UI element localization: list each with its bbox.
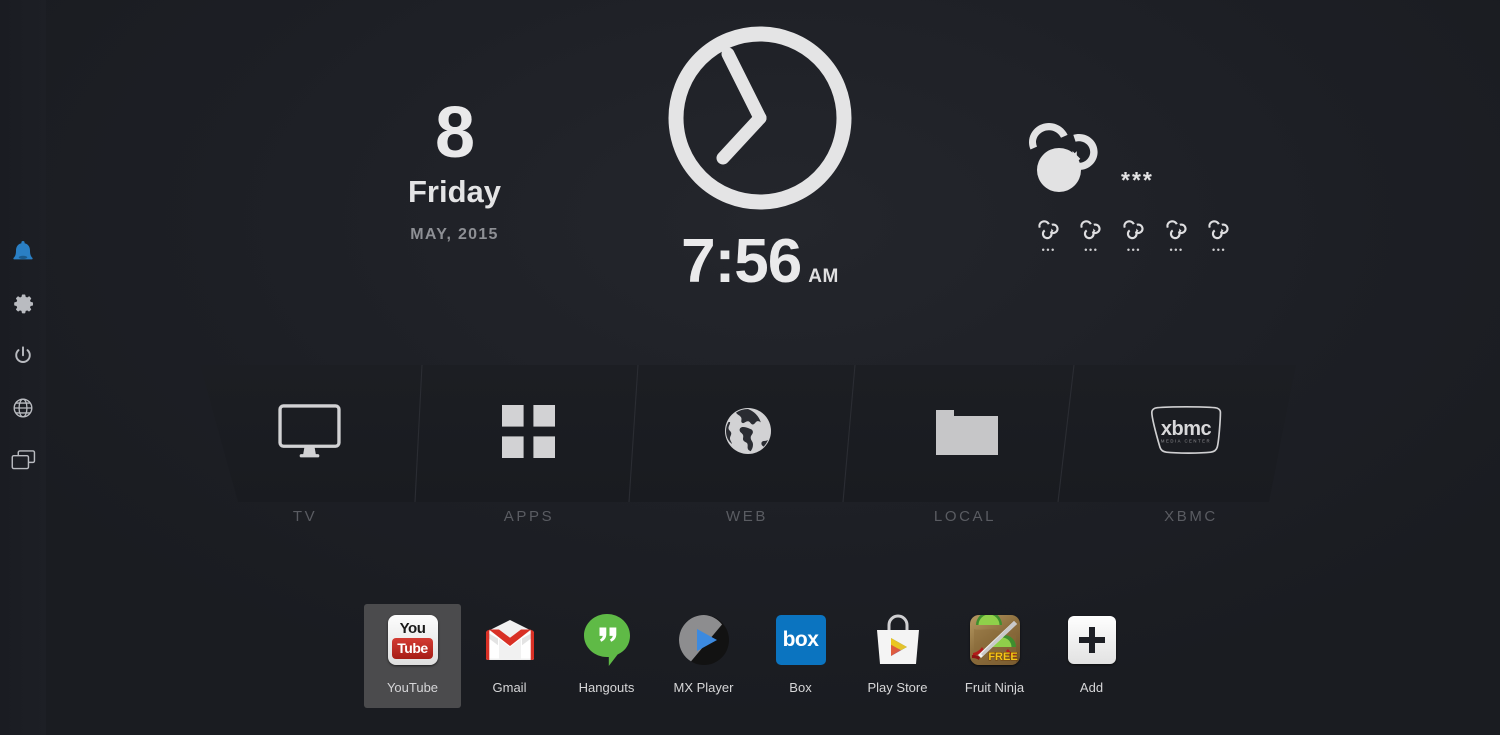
dock-label: Fruit Ninja bbox=[964, 680, 1025, 695]
dock-label: MX Player bbox=[673, 680, 734, 695]
date-weekday: Friday bbox=[407, 174, 502, 209]
analog-clock-icon bbox=[640, 18, 880, 223]
dock-label: YouTube bbox=[386, 680, 439, 695]
clock-time: 7:56 bbox=[681, 227, 802, 296]
forecast-item: ••• bbox=[1161, 217, 1193, 255]
mxplayer-icon bbox=[677, 613, 731, 667]
forecast-item: ••• bbox=[1033, 217, 1065, 255]
dock-label: Gmail bbox=[492, 680, 527, 695]
sidebar-item-power[interactable] bbox=[3, 330, 43, 382]
monitor-icon bbox=[278, 403, 341, 464]
weather-current: *** bbox=[1015, 112, 1235, 209]
xbmc-logo-icon: xbmc MEDIA CENTER bbox=[1142, 404, 1230, 463]
category-label-apps: APPS bbox=[503, 508, 555, 525]
globe-earth-icon bbox=[723, 406, 773, 461]
forecast-value: ••• bbox=[1041, 245, 1056, 255]
category-tile-local[interactable] bbox=[858, 365, 1077, 502]
dock-app-add[interactable]: Add bbox=[1043, 604, 1140, 708]
category-tile-tv[interactable] bbox=[200, 365, 419, 502]
box-icon: box bbox=[774, 613, 828, 667]
clock-meridiem: AM bbox=[808, 266, 839, 287]
sidebar-item-settings[interactable] bbox=[3, 278, 43, 330]
launcher-screen: 8 Friday MAY, 2015 7:56 AM *** ••• ••• •… bbox=[0, 0, 1500, 735]
weather-temperature: *** bbox=[1121, 167, 1154, 193]
playstore-icon bbox=[871, 613, 925, 667]
dock-app-hangouts[interactable]: Hangouts bbox=[558, 604, 655, 708]
forecast-item: ••• bbox=[1203, 217, 1235, 255]
dock-app-gmail[interactable]: Gmail bbox=[461, 604, 558, 708]
fruitninja-icon: FREE bbox=[968, 613, 1022, 667]
forecast-value: ••• bbox=[1169, 245, 1184, 255]
hangouts-icon bbox=[580, 613, 634, 667]
clock-widget[interactable]: 7:56 AM bbox=[640, 18, 880, 293]
dock-label: Add bbox=[1079, 680, 1104, 695]
dock-app-box[interactable]: box Box bbox=[752, 604, 849, 708]
globe-icon bbox=[12, 397, 34, 419]
youtube-tube-text: Tube bbox=[392, 638, 433, 659]
cloud-refresh-icon bbox=[1119, 220, 1149, 244]
date-day-number: 8 bbox=[434, 93, 475, 173]
category-label-web: WEB bbox=[726, 508, 768, 525]
bell-icon bbox=[12, 240, 34, 265]
gear-icon bbox=[12, 293, 35, 316]
cloud-refresh-icon bbox=[1015, 112, 1115, 209]
youtube-you-text: You bbox=[399, 620, 426, 637]
category-tile-apps[interactable] bbox=[419, 365, 638, 502]
date-widget[interactable]: 8 Friday MAY, 2015 bbox=[352, 96, 557, 244]
grid-icon bbox=[502, 404, 556, 463]
category-label-local: LOCAL bbox=[933, 508, 997, 525]
category-strip: xbmc MEDIA CENTER bbox=[200, 365, 1296, 502]
category-tile-xbmc[interactable]: xbmc MEDIA CENTER bbox=[1077, 365, 1296, 502]
sidebar-item-recents[interactable] bbox=[3, 434, 43, 486]
folder-icon bbox=[936, 408, 999, 460]
forecast-item: ••• bbox=[1118, 217, 1150, 255]
svg-text:xbmc: xbmc bbox=[1161, 418, 1212, 440]
dock-app-youtube[interactable]: You Tube YouTube bbox=[364, 604, 461, 708]
cloud-refresh-icon bbox=[1076, 220, 1106, 244]
category-label-xbmc: XBMC bbox=[1164, 508, 1218, 525]
svg-text:MEDIA CENTER: MEDIA CENTER bbox=[1161, 439, 1211, 444]
forecast-value: ••• bbox=[1084, 245, 1099, 255]
dock-label: Box bbox=[789, 680, 812, 695]
cloud-refresh-icon bbox=[1204, 220, 1234, 244]
cloud-refresh-icon bbox=[1162, 220, 1192, 244]
box-wordmark: box bbox=[775, 615, 826, 665]
weather-widget[interactable]: *** ••• ••• ••• ••• ••• bbox=[1015, 112, 1235, 255]
dock-label: Hangouts bbox=[578, 680, 635, 695]
youtube-icon: You Tube bbox=[386, 613, 440, 667]
date-month-year: MAY, 2015 bbox=[410, 226, 499, 243]
category-labels: TV APPS WEB LOCAL XBMC bbox=[200, 508, 1296, 525]
cloud-refresh-icon bbox=[1034, 220, 1064, 244]
digital-clock: 7:56 AM bbox=[640, 231, 880, 293]
category-label-tv: TV bbox=[292, 508, 318, 525]
plus-icon bbox=[1065, 613, 1119, 667]
weather-forecast-row: ••• ••• ••• ••• ••• bbox=[1033, 217, 1235, 255]
power-icon bbox=[12, 345, 34, 367]
svg-text:FREE: FREE bbox=[988, 651, 1017, 663]
windows-icon bbox=[11, 450, 36, 470]
forecast-item: ••• bbox=[1076, 217, 1108, 255]
sidebar-item-notifications[interactable] bbox=[3, 226, 43, 278]
forecast-value: ••• bbox=[1126, 245, 1142, 255]
app-dock: You Tube YouTube Gmail Hangouts MX Playe… bbox=[364, 604, 1140, 708]
gmail-icon bbox=[483, 613, 537, 667]
dock-app-fruitninja[interactable]: FREE Fruit Ninja bbox=[946, 604, 1043, 708]
left-sidebar bbox=[0, 0, 46, 735]
dock-app-mxplayer[interactable]: MX Player bbox=[655, 604, 752, 708]
forecast-value: ••• bbox=[1212, 245, 1227, 255]
dock-label: Play Store bbox=[867, 680, 928, 695]
sidebar-item-network[interactable] bbox=[3, 382, 43, 434]
category-tile-web[interactable] bbox=[638, 365, 857, 502]
dock-app-playstore[interactable]: Play Store bbox=[849, 604, 946, 708]
